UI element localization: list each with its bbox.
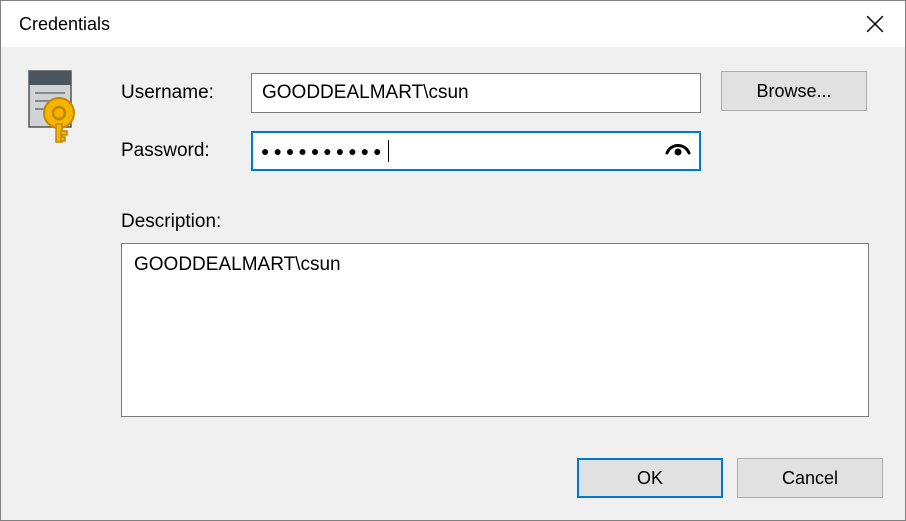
- close-button[interactable]: [845, 1, 905, 47]
- dialog-title: Credentials: [19, 14, 845, 35]
- dialog-buttons: OK Cancel: [577, 458, 883, 498]
- username-input[interactable]: [251, 73, 701, 113]
- password-label: Password:: [121, 140, 251, 162]
- titlebar: Credentials: [1, 1, 905, 47]
- username-label: Username:: [121, 82, 251, 104]
- description-label: Description:: [121, 211, 221, 233]
- text-cursor: [388, 140, 389, 162]
- password-input[interactable]: ●●●●●●●●●●: [251, 131, 701, 171]
- browse-button[interactable]: Browse...: [721, 71, 867, 111]
- close-icon: [866, 15, 884, 33]
- description-textarea[interactable]: GOODDEALMART\csun: [121, 243, 869, 417]
- dialog-body: Username: Password: ●●●●●●●●●● Browse...: [1, 47, 905, 520]
- credentials-key-icon: [23, 69, 95, 150]
- credentials-dialog: Credentials Use: [0, 0, 906, 521]
- reveal-password-icon[interactable]: [665, 139, 691, 164]
- cancel-button[interactable]: Cancel: [737, 458, 883, 498]
- ok-button[interactable]: OK: [577, 458, 723, 498]
- password-mask: ●●●●●●●●●●: [261, 140, 665, 162]
